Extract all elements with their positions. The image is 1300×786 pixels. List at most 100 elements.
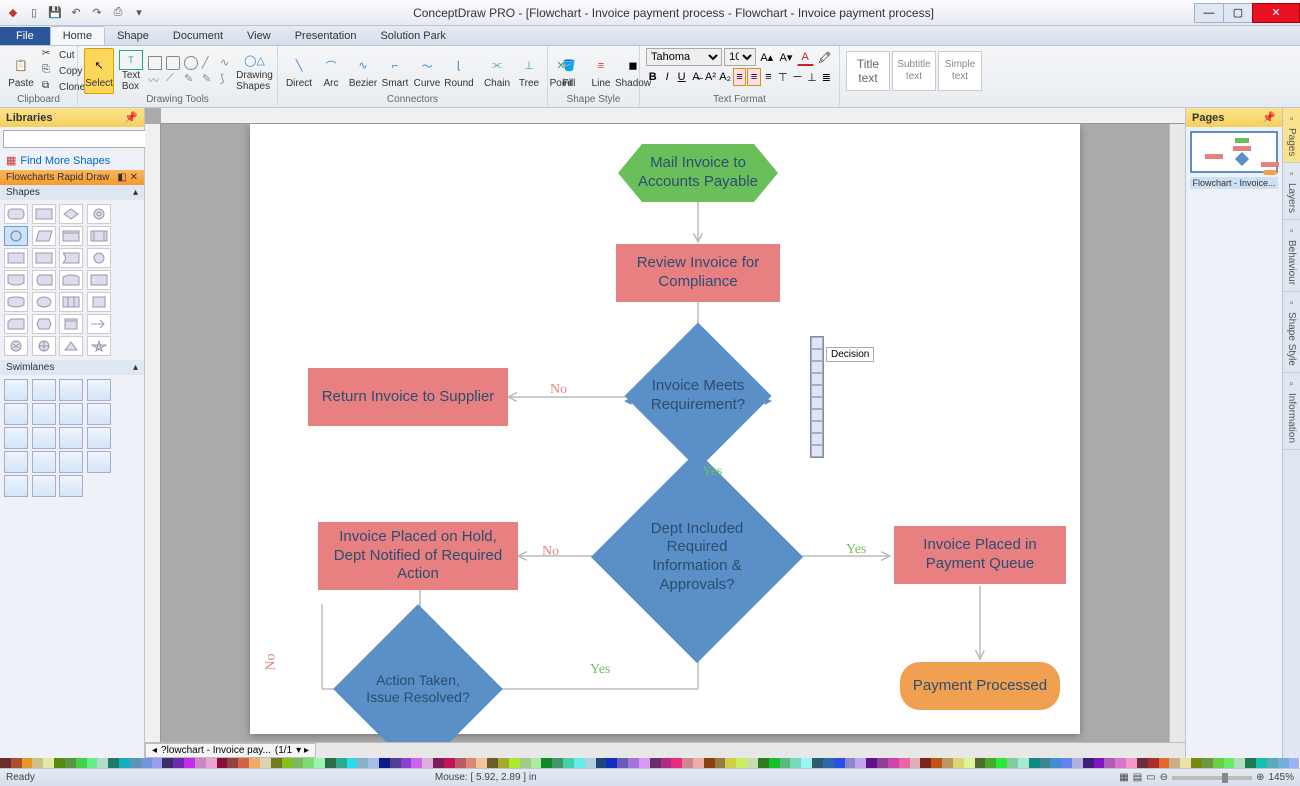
color-swatch[interactable] <box>780 758 791 768</box>
swimlane-item[interactable] <box>87 427 111 449</box>
color-swatch[interactable] <box>747 758 758 768</box>
color-swatch[interactable] <box>574 758 585 768</box>
color-swatch[interactable] <box>476 758 487 768</box>
color-swatch[interactable] <box>1267 758 1278 768</box>
connector-curve-button[interactable]: 〜Curve <box>412 48 442 94</box>
color-swatch[interactable] <box>888 758 899 768</box>
shape-item[interactable] <box>87 226 111 246</box>
library-shapes-section[interactable]: Shapes▴ <box>0 185 144 200</box>
bold-button[interactable]: B <box>646 68 659 86</box>
shape-item[interactable] <box>59 248 83 268</box>
connector-bezier-button[interactable]: ∿Bezier <box>348 48 378 94</box>
view-mode-icon[interactable]: ▦ <box>1119 772 1128 783</box>
color-swatch[interactable] <box>162 758 173 768</box>
qat-save-icon[interactable]: 💾 <box>46 4 64 22</box>
color-swatch[interactable] <box>325 758 336 768</box>
color-swatch[interactable] <box>877 758 888 768</box>
shape-item[interactable] <box>32 292 56 312</box>
zoom-slider[interactable] <box>1172 776 1252 780</box>
color-swatch[interactable] <box>87 758 98 768</box>
list-icon[interactable]: ≣ <box>820 68 833 86</box>
color-swatch[interactable] <box>520 758 531 768</box>
flowchart-process[interactable]: Return Invoice to Supplier <box>308 368 508 426</box>
font-select[interactable]: Tahoma <box>646 48 722 66</box>
connector-tree-button[interactable]: ⊥Tree <box>514 48 544 94</box>
swimlane-item[interactable] <box>32 427 56 449</box>
shape-item[interactable] <box>32 270 56 290</box>
shape-item[interactable] <box>4 292 28 312</box>
color-swatch[interactable] <box>541 758 552 768</box>
horizontal-scrollbar[interactable] <box>316 743 1185 758</box>
color-swatch[interactable] <box>1213 758 1224 768</box>
shape-tool-icon[interactable] <box>184 56 198 70</box>
connector-smart-button[interactable]: ⌐Smart <box>380 48 410 94</box>
color-swatch[interactable] <box>855 758 866 768</box>
connector-chain-button[interactable]: ⫘Chain <box>482 48 512 94</box>
shape-tool-icon[interactable] <box>148 56 162 70</box>
color-swatch[interactable] <box>152 758 163 768</box>
shape-item[interactable] <box>32 226 56 246</box>
shape-tool-icon[interactable]: ⟆ <box>220 72 234 86</box>
color-swatch[interactable] <box>271 758 282 768</box>
color-swatch[interactable] <box>1126 758 1137 768</box>
color-swatch[interactable] <box>347 758 358 768</box>
page-tab[interactable]: ◂ ?lowchart - Invoice pay... (1/1 ▾ ▸ <box>145 743 316 758</box>
color-swatch[interactable] <box>931 758 942 768</box>
shape-item[interactable] <box>87 270 111 290</box>
app-icon[interactable]: ◆ <box>4 4 22 22</box>
color-swatch[interactable] <box>942 758 953 768</box>
connector-direct-button[interactable]: ╲Direct <box>284 48 314 94</box>
flowchart-decision[interactable]: Action Taken, Issue Resolved? <box>358 629 478 742</box>
tab-document[interactable]: Document <box>161 27 235 45</box>
connector-round-button[interactable]: ⌊Round <box>444 48 474 94</box>
color-swatch[interactable] <box>964 758 975 768</box>
qat-redo-icon[interactable]: ↷ <box>88 4 106 22</box>
swimlane-item[interactable] <box>32 379 56 401</box>
color-swatch[interactable] <box>1040 758 1051 768</box>
shrink-font-icon[interactable]: A▾ <box>777 48 794 66</box>
color-swatch[interactable] <box>0 758 11 768</box>
tab-shape[interactable]: Shape <box>105 27 161 45</box>
color-swatch[interactable] <box>22 758 33 768</box>
qat-undo-icon[interactable]: ↶ <box>67 4 85 22</box>
shape-item[interactable] <box>59 226 83 246</box>
color-swatch[interactable] <box>650 758 661 768</box>
color-swatch[interactable] <box>704 758 715 768</box>
shape-item[interactable] <box>4 336 28 356</box>
swimlane-item[interactable] <box>87 379 111 401</box>
color-swatch[interactable] <box>975 758 986 768</box>
color-swatch[interactable] <box>1202 758 1213 768</box>
qat-print-icon[interactable]: ⎙ <box>109 4 127 22</box>
color-swatch[interactable] <box>769 758 780 768</box>
color-swatch[interactable] <box>899 758 910 768</box>
color-swatch[interactable] <box>411 758 422 768</box>
shape-item[interactable] <box>59 204 83 224</box>
tab-solution-park[interactable]: Solution Park <box>368 27 457 45</box>
color-swatch[interactable] <box>1256 758 1267 768</box>
color-swatch[interactable] <box>368 758 379 768</box>
color-swatch[interactable] <box>260 758 271 768</box>
color-swatch[interactable] <box>455 758 466 768</box>
swimlane-item[interactable] <box>4 427 28 449</box>
color-swatch[interactable] <box>1191 758 1202 768</box>
color-swatch[interactable] <box>596 758 607 768</box>
color-swatch[interactable] <box>97 758 108 768</box>
color-swatch[interactable] <box>357 758 368 768</box>
color-swatch[interactable] <box>910 758 921 768</box>
color-swatch[interactable] <box>249 758 260 768</box>
shape-item[interactable] <box>32 314 56 334</box>
color-swatch[interactable] <box>509 758 520 768</box>
shape-item[interactable] <box>87 292 111 312</box>
style-simple-button[interactable]: Simple text <box>938 51 982 91</box>
color-swatch[interactable] <box>487 758 498 768</box>
color-swatch[interactable] <box>1234 758 1245 768</box>
color-swatch[interactable] <box>1180 758 1191 768</box>
shape-item[interactable] <box>4 248 28 268</box>
grow-font-icon[interactable]: A▴ <box>758 48 775 66</box>
sidetab-shapestyle[interactable]: ▫Shape Style <box>1283 292 1300 373</box>
color-swatch[interactable] <box>108 758 119 768</box>
color-swatch[interactable] <box>173 758 184 768</box>
sidetab-behaviour[interactable]: ▫Behaviour <box>1283 220 1300 292</box>
color-swatch[interactable] <box>1224 758 1235 768</box>
color-swatch[interactable] <box>184 758 195 768</box>
